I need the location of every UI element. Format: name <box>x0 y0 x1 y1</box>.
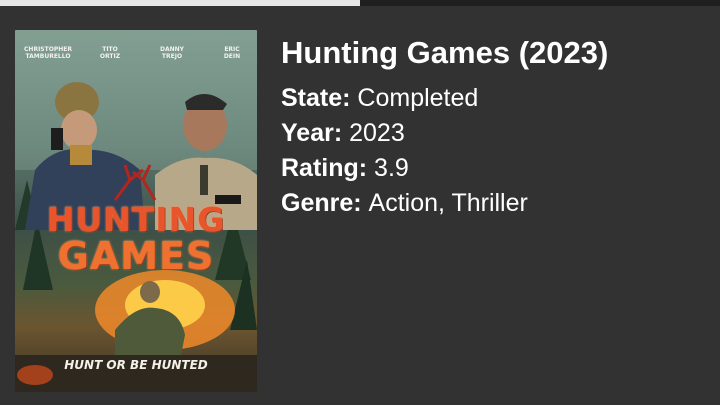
poster-cast-name: DANNY TREJO <box>159 46 184 60</box>
rating-label: Rating: <box>281 154 375 182</box>
movie-details: Hunting Games (2023) State: Completed Ye… <box>281 33 608 221</box>
year-row: Year: 2023 <box>281 116 608 151</box>
genre-value: Action, Thriller <box>368 189 528 217</box>
poster-cast-name: ERIC DEIN <box>223 46 241 60</box>
year-value: 2023 <box>349 119 405 147</box>
movie-title: Hunting Games (2023) <box>281 35 609 70</box>
state-label: State: <box>281 84 358 112</box>
state-value: Completed <box>357 84 479 112</box>
poster-tagline: HUNT OR BE HUNTED <box>64 358 208 372</box>
genre-label: Genre: <box>281 189 369 217</box>
genre-row: Genre: Action, Thriller <box>281 186 608 221</box>
movie-poster[interactable]: CHRISTOPHER TAMBURELLO TITO ORTIZ DANNY … <box>15 30 257 392</box>
poster-cast-name: TITO ORTIZ <box>99 46 121 60</box>
state-row: State: Completed <box>281 81 608 116</box>
video-progress-fill <box>0 0 360 6</box>
video-progress-bar[interactable] <box>0 0 720 6</box>
rating-value: 3.9 <box>374 154 409 182</box>
rating-row: Rating: 3.9 <box>281 151 608 186</box>
poster-title-line2: GAMES <box>57 234 215 278</box>
year-label: Year: <box>281 119 350 147</box>
poster-cast-name: CHRISTOPHER TAMBURELLO <box>24 46 72 60</box>
